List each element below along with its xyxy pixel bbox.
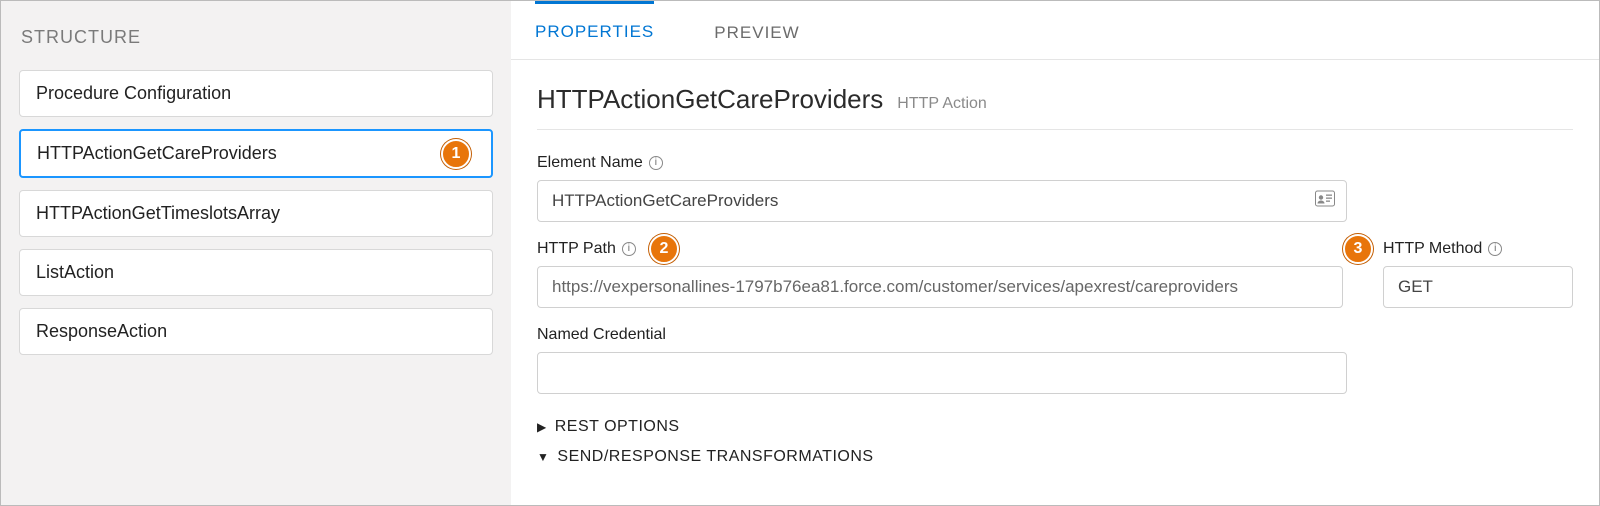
info-icon[interactable]: i	[649, 156, 663, 170]
info-icon[interactable]: i	[1488, 242, 1502, 256]
structure-item-procedure-config[interactable]: Procedure Configuration	[19, 70, 493, 117]
http-path-input[interactable]	[537, 266, 1343, 308]
structure-title: STRUCTURE	[21, 27, 493, 48]
properties-title: HTTPActionGetCareProviders	[537, 84, 883, 115]
structure-item-label: HTTPActionGetTimeslotsArray	[36, 203, 280, 223]
structure-item-label: HTTPActionGetCareProviders	[37, 143, 277, 163]
structure-item-label: Procedure Configuration	[36, 83, 231, 103]
tab-properties[interactable]: PROPERTIES	[535, 0, 654, 59]
triangle-right-icon: ▶	[537, 420, 547, 434]
structure-item-http-get-care-providers[interactable]: HTTPActionGetCareProviders 1	[19, 129, 493, 178]
tab-preview[interactable]: PREVIEW	[714, 1, 799, 59]
element-name-input-wrap	[537, 180, 1347, 222]
structure-item-http-get-timeslots[interactable]: HTTPActionGetTimeslotsArray	[19, 190, 493, 237]
element-name-input[interactable]	[537, 180, 1347, 222]
http-path-label: HTTP Path i 2	[537, 240, 1343, 258]
label-text: Named Credential	[537, 326, 666, 344]
http-method-label: 3 HTTP Method i	[1383, 240, 1573, 258]
structure-item-label: ResponseAction	[36, 321, 167, 341]
structure-list: Procedure Configuration HTTPActionGetCar…	[19, 70, 493, 355]
named-credential-input[interactable]	[537, 352, 1347, 394]
id-card-icon	[1315, 191, 1335, 212]
app-frame: STRUCTURE Procedure Configuration HTTPAc…	[0, 0, 1600, 506]
properties-body: HTTPActionGetCareProviders HTTP Action E…	[511, 60, 1599, 472]
structure-item-list-action[interactable]: ListAction	[19, 249, 493, 296]
label-text: HTTP Path	[537, 240, 616, 258]
section-send-response[interactable]: ▼ SEND/RESPONSE TRANSFORMATIONS	[537, 442, 1573, 472]
named-credential-input-wrap	[537, 352, 1347, 394]
http-method-col: 3 HTTP Method i	[1383, 240, 1573, 326]
properties-subtitle: HTTP Action	[897, 95, 987, 113]
named-credential-label: Named Credential	[537, 326, 1573, 344]
http-path-input-wrap	[537, 266, 1343, 308]
callout-badge-2: 2	[649, 234, 679, 264]
tabs: PROPERTIES PREVIEW	[511, 1, 1599, 60]
section-label: REST OPTIONS	[555, 418, 680, 436]
label-text: Element Name	[537, 154, 643, 172]
section-rest-options[interactable]: ▶ REST OPTIONS	[537, 412, 1573, 442]
structure-item-label: ListAction	[36, 262, 114, 282]
http-method-input-wrap	[1383, 266, 1573, 308]
structure-panel: STRUCTURE Procedure Configuration HTTPAc…	[1, 1, 511, 505]
label-text: HTTP Method	[1383, 240, 1482, 258]
properties-panel: PROPERTIES PREVIEW HTTPActionGetCareProv…	[511, 1, 1599, 505]
element-name-label: Element Name i	[537, 154, 1573, 172]
callout-badge-3: 3	[1343, 234, 1373, 264]
structure-item-response-action[interactable]: ResponseAction	[19, 308, 493, 355]
path-method-row: HTTP Path i 2 3 HTTP Method i	[537, 240, 1573, 326]
http-path-col: HTTP Path i 2	[537, 240, 1343, 326]
triangle-down-icon: ▼	[537, 450, 549, 464]
http-method-input[interactable]	[1383, 266, 1573, 308]
section-label: SEND/RESPONSE TRANSFORMATIONS	[557, 448, 873, 466]
info-icon[interactable]: i	[622, 242, 636, 256]
callout-badge-1: 1	[441, 139, 471, 169]
properties-title-row: HTTPActionGetCareProviders HTTP Action	[537, 84, 1573, 130]
